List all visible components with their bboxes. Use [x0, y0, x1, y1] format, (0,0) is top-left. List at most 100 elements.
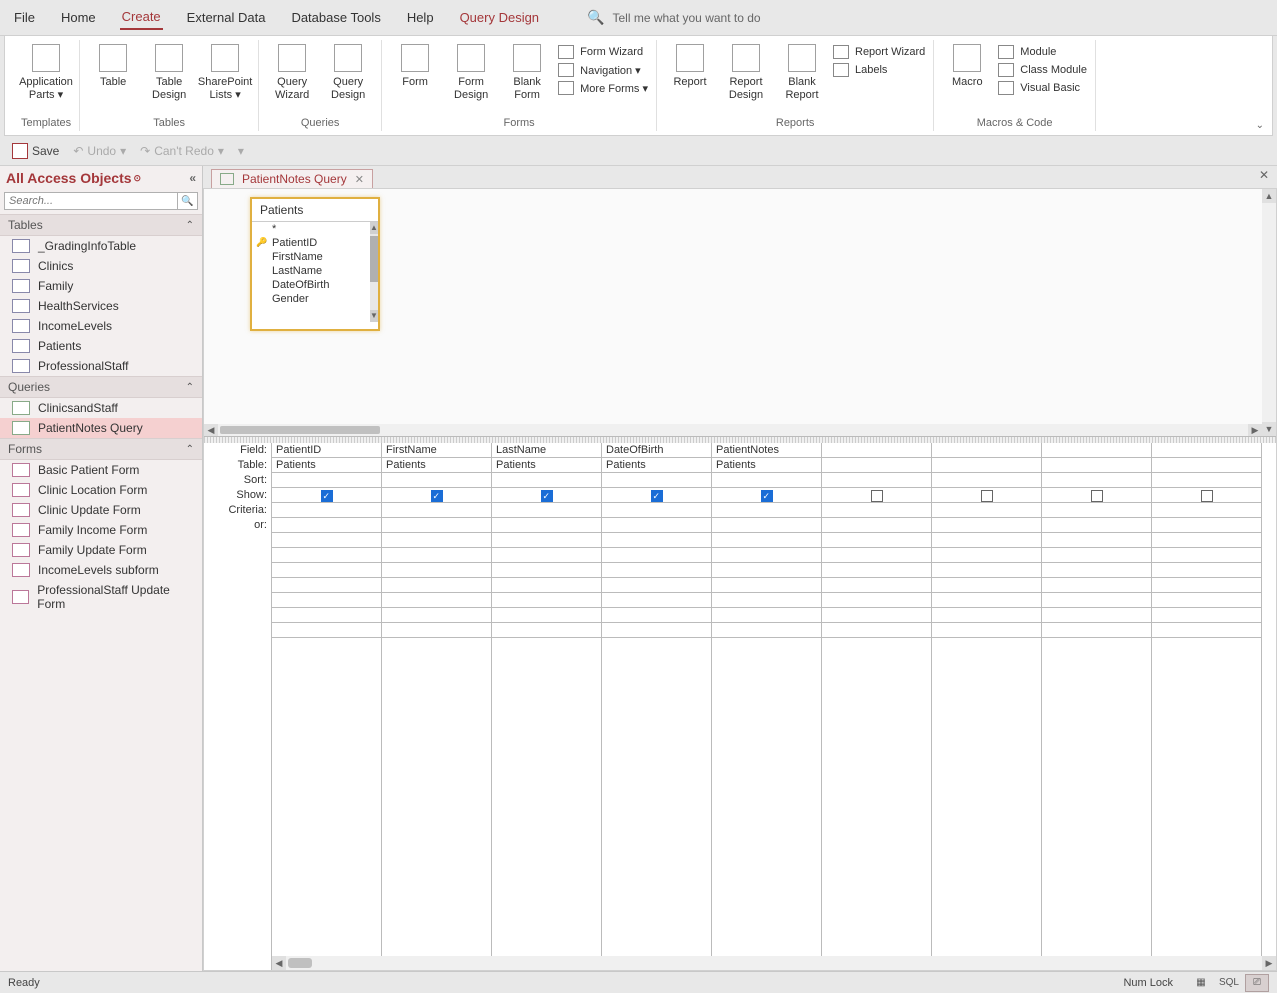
scroll-thumb[interactable]	[370, 236, 378, 282]
nav-item-family[interactable]: Family	[0, 276, 202, 296]
grid-cell[interactable]	[1152, 593, 1261, 608]
query-wizard-button[interactable]: Query Wizard	[267, 44, 317, 101]
grid-cell[interactable]: Patients	[492, 458, 601, 473]
show-checkbox[interactable]	[871, 490, 883, 502]
grid-cell[interactable]	[272, 533, 381, 548]
grid-cell[interactable]	[932, 593, 1041, 608]
module-button[interactable]: Module	[998, 44, 1087, 60]
grid-cell[interactable]	[602, 578, 711, 593]
grid-cell[interactable]	[272, 593, 381, 608]
grid-cell[interactable]	[602, 518, 711, 533]
grid-cell[interactable]	[602, 608, 711, 623]
grid-cell[interactable]	[1152, 518, 1261, 533]
grid-cell[interactable]: PatientID	[272, 443, 381, 458]
grid-cell[interactable]	[822, 563, 931, 578]
grid-cell[interactable]	[602, 533, 711, 548]
grid-cell[interactable]	[1042, 473, 1151, 488]
nav-item-clinics[interactable]: Clinics	[0, 256, 202, 276]
grid-cell[interactable]: Patients	[712, 458, 821, 473]
grid-cell[interactable]	[602, 623, 711, 638]
nav-item-incomelevels[interactable]: IncomeLevels	[0, 316, 202, 336]
field-firstname[interactable]: FirstName	[252, 250, 378, 264]
grid-cell[interactable]	[382, 518, 491, 533]
grid-cell[interactable]	[1152, 458, 1261, 473]
grid-cell[interactable]	[602, 473, 711, 488]
grid-cell[interactable]	[1152, 473, 1261, 488]
grid-cell[interactable]	[602, 488, 711, 503]
grid-cell[interactable]	[822, 608, 931, 623]
table-button[interactable]: Table	[88, 44, 138, 89]
grid-cell[interactable]	[602, 548, 711, 563]
grid-cell[interactable]	[492, 518, 601, 533]
field-lastname[interactable]: LastName	[252, 264, 378, 278]
grid-cell[interactable]	[382, 593, 491, 608]
grid-cell[interactable]	[822, 548, 931, 563]
macro-button[interactable]: Macro	[942, 44, 992, 89]
grid-cell[interactable]	[382, 563, 491, 578]
grid-cell[interactable]	[932, 503, 1041, 518]
nav-item-professionalstaff-update-form[interactable]: ProfessionalStaff Update Form	[0, 580, 202, 614]
sql-view-button[interactable]: SQL	[1217, 974, 1241, 992]
grid-cell[interactable]: LastName	[492, 443, 601, 458]
field-dateofbirth[interactable]: DateOfBirth	[252, 278, 378, 292]
grid-cell[interactable]	[272, 548, 381, 563]
grid-cell[interactable]	[1152, 503, 1261, 518]
nav-item-basic-patient-form[interactable]: Basic Patient Form	[0, 460, 202, 480]
grid-cell[interactable]	[492, 503, 601, 518]
nav-item-family-update-form[interactable]: Family Update Form	[0, 540, 202, 560]
grid-cell[interactable]	[1152, 488, 1261, 503]
grid-col-6[interactable]	[932, 443, 1042, 970]
nav-item-patients[interactable]: Patients	[0, 336, 202, 356]
grid-col-0[interactable]: PatientIDPatients	[272, 443, 382, 970]
grid-cell[interactable]	[932, 533, 1041, 548]
grid-cell[interactable]	[382, 503, 491, 518]
grid-cell[interactable]	[272, 563, 381, 578]
report-wizard-button[interactable]: Report Wizard	[833, 44, 925, 60]
vscroll-down-icon[interactable]: ▼	[1262, 422, 1276, 436]
grid-cell[interactable]	[932, 518, 1041, 533]
grid-cell[interactable]	[602, 503, 711, 518]
grid-cell[interactable]	[272, 473, 381, 488]
grid-cell[interactable]	[272, 623, 381, 638]
grid-cell[interactable]	[712, 563, 821, 578]
grid-cell[interactable]	[382, 473, 491, 488]
grid-cell[interactable]	[1152, 548, 1261, 563]
scroll-down-icon[interactable]: ▼	[370, 310, 378, 322]
show-checkbox[interactable]	[1091, 490, 1103, 502]
blank-form-button[interactable]: Blank Form	[502, 44, 552, 101]
grid-cell[interactable]	[712, 578, 821, 593]
grid-col-7[interactable]	[1042, 443, 1152, 970]
grid-cell[interactable]	[382, 608, 491, 623]
report-button[interactable]: Report	[665, 44, 715, 89]
grid-cell[interactable]	[382, 578, 491, 593]
tab-create[interactable]: Create	[120, 5, 163, 30]
close-all-button[interactable]: ✕	[1259, 168, 1269, 182]
grid-cell[interactable]: Patients	[602, 458, 711, 473]
grid-cell[interactable]	[492, 563, 601, 578]
grid-cell[interactable]	[272, 578, 381, 593]
grid-cell[interactable]	[822, 503, 931, 518]
class-module-button[interactable]: Class Module	[998, 62, 1087, 78]
show-checkbox[interactable]	[1201, 490, 1213, 502]
grid-cell[interactable]	[492, 473, 601, 488]
table-field-list[interactable]: *PatientIDFirstNameLastNameDateOfBirthGe…	[252, 222, 378, 322]
grid-cell[interactable]: Patients	[272, 458, 381, 473]
redo-button[interactable]: ↷Can't Redo▾	[140, 144, 224, 158]
grid-cell[interactable]	[822, 518, 931, 533]
nav-item-clinicsandstaff[interactable]: ClinicsandStaff	[0, 398, 202, 418]
form-design-button[interactable]: Form Design	[446, 44, 496, 101]
doc-tab-patientnotes[interactable]: PatientNotes Query ✕	[211, 169, 373, 188]
tab-querydesign[interactable]: Query Design	[458, 6, 541, 29]
grid-cell[interactable]	[932, 488, 1041, 503]
grid-col-5[interactable]	[822, 443, 932, 970]
hscroll-thumb[interactable]	[220, 426, 380, 434]
show-checkbox[interactable]	[981, 490, 993, 502]
design-view-button[interactable]: ⎚	[1245, 974, 1269, 992]
datasheet-view-button[interactable]: ▦	[1189, 974, 1213, 992]
nav-item-family-income-form[interactable]: Family Income Form	[0, 520, 202, 540]
nav-item--gradinginfotable[interactable]: _GradingInfoTable	[0, 236, 202, 256]
grid-cell[interactable]	[1152, 563, 1261, 578]
nav-item-professionalstaff[interactable]: ProfessionalStaff	[0, 356, 202, 376]
grid-hscroll-left-icon[interactable]: ◀	[272, 956, 286, 970]
more-forms-button[interactable]: More Forms ▾	[558, 80, 648, 96]
